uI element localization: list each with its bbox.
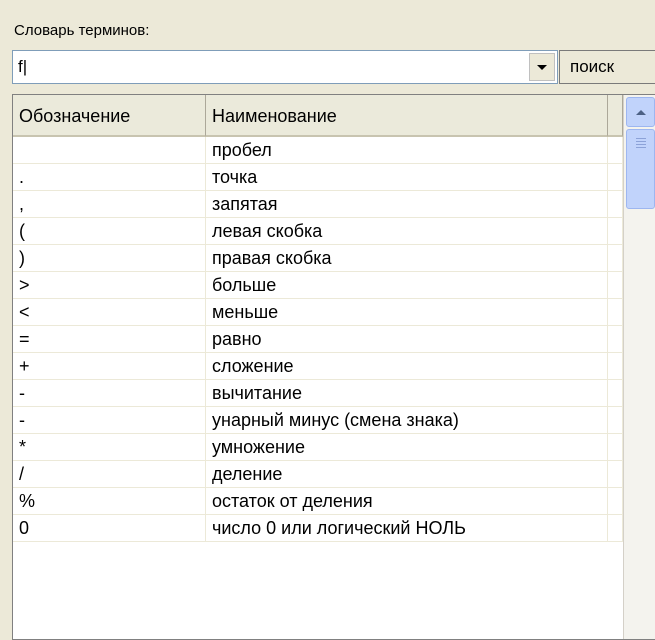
grip-line — [636, 141, 646, 142]
table-row[interactable]: - унарный минус (смена знака) — [13, 407, 623, 434]
name-cell: остаток от деления — [206, 488, 608, 514]
name-cell: больше — [206, 272, 608, 298]
column-header-name[interactable]: Наименование — [206, 95, 608, 137]
extra-cell — [608, 407, 623, 433]
search-combobox[interactable]: f| — [12, 50, 558, 84]
symbol-cell: = — [13, 326, 206, 352]
scroll-thumb[interactable] — [626, 129, 655, 209]
symbol-cell: ( — [13, 218, 206, 244]
name-cell: меньше — [206, 299, 608, 325]
symbol-cell: , — [13, 191, 206, 217]
extra-cell — [608, 164, 623, 190]
chevron-up-icon — [635, 109, 646, 115]
symbol-cell: . — [13, 164, 206, 190]
terms-table: Обозначение Наименование пробел. точка, за… — [12, 94, 655, 640]
extra-cell — [608, 326, 623, 352]
name-cell: правая скобка — [206, 245, 608, 271]
name-cell: деление — [206, 461, 608, 487]
table-row[interactable]: - вычитание — [13, 380, 623, 407]
extra-cell — [608, 434, 623, 460]
table-row[interactable]: + сложение — [13, 353, 623, 380]
vertical-scrollbar[interactable] — [623, 95, 655, 639]
table-row[interactable]: (левая скобка — [13, 218, 623, 245]
name-cell: сложение — [206, 353, 608, 379]
symbol-cell — [13, 137, 206, 163]
name-cell: число 0 или логический НОЛЬ — [206, 515, 608, 541]
grip-line — [636, 144, 646, 145]
extra-cell — [608, 137, 623, 163]
search-button[interactable]: поиск — [559, 50, 655, 84]
name-cell: левая скобка — [206, 218, 608, 244]
table-row[interactable]: < меньше — [13, 299, 623, 326]
table-row[interactable]: , запятая — [13, 191, 623, 218]
table-header: Обозначение Наименование — [13, 95, 655, 137]
extra-cell — [608, 218, 623, 244]
extra-cell — [608, 272, 623, 298]
table-row[interactable]: 0 число 0 или логический НОЛЬ — [13, 515, 623, 542]
extra-cell — [608, 380, 623, 406]
search-input[interactable]: f| — [18, 57, 27, 77]
name-cell: унарный минус (смена знака) — [206, 407, 608, 433]
extra-cell — [608, 353, 623, 379]
name-cell: вычитание — [206, 380, 608, 406]
table-row[interactable]: % остаток от деления — [13, 488, 623, 515]
symbol-cell: * — [13, 434, 206, 460]
name-cell: запятая — [206, 191, 608, 217]
name-cell: умножение — [206, 434, 608, 460]
extra-cell — [608, 515, 623, 541]
table-row[interactable]: . точка — [13, 164, 623, 191]
symbol-cell: - — [13, 407, 206, 433]
table-row[interactable]: = равно — [13, 326, 623, 353]
column-header-extra — [608, 95, 623, 137]
dropdown-button[interactable] — [529, 53, 555, 81]
extra-cell — [608, 299, 623, 325]
column-header-symbol[interactable]: Обозначение — [13, 95, 206, 137]
extra-cell — [608, 488, 623, 514]
symbol-cell: + — [13, 353, 206, 379]
extra-cell — [608, 461, 623, 487]
symbol-cell: < — [13, 299, 206, 325]
table-row[interactable]: ) правая скобка — [13, 245, 623, 272]
name-cell: точка — [206, 164, 608, 190]
name-cell: равно — [206, 326, 608, 352]
name-cell: пробел — [206, 137, 608, 163]
chevron-down-icon — [537, 64, 547, 70]
grip-line — [636, 138, 646, 139]
table-row[interactable]: / деление — [13, 461, 623, 488]
grip-line — [636, 147, 646, 148]
extra-cell — [608, 191, 623, 217]
table-row[interactable]: * умножение — [13, 434, 623, 461]
dictionary-label: Словарь терминов: — [14, 22, 150, 39]
table-body: пробел. точка, запятая(левая скобка) правая… — [13, 137, 623, 542]
table-row[interactable]: пробел — [13, 137, 623, 164]
table-row[interactable]: > больше — [13, 272, 623, 299]
scroll-up-button[interactable] — [626, 97, 655, 127]
symbol-cell: > — [13, 272, 206, 298]
extra-cell — [608, 245, 623, 271]
symbol-cell: % — [13, 488, 206, 514]
symbol-cell: ) — [13, 245, 206, 271]
symbol-cell: 0 — [13, 515, 206, 541]
symbol-cell: / — [13, 461, 206, 487]
symbol-cell: - — [13, 380, 206, 406]
